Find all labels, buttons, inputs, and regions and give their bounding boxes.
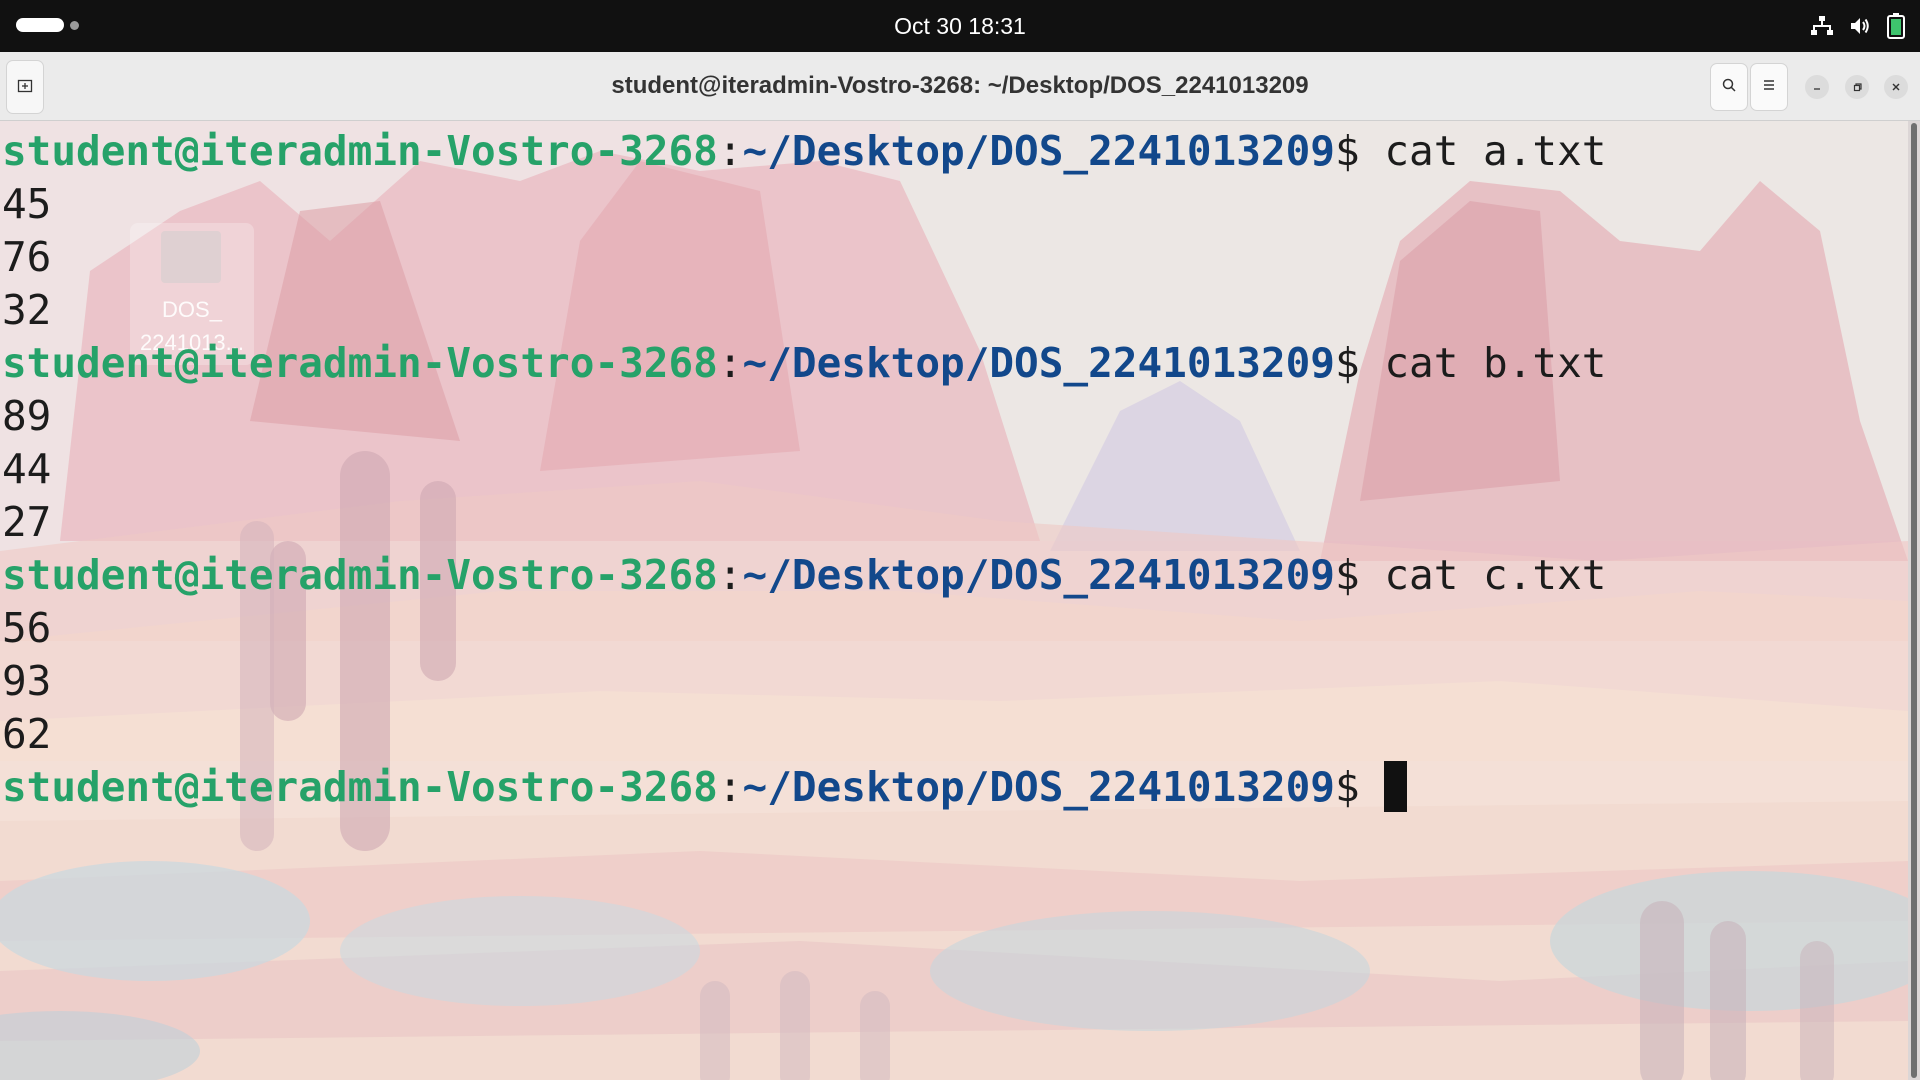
close-button[interactable]: [1884, 75, 1908, 99]
search-button[interactable]: [1710, 63, 1748, 111]
prompt-colon: :: [717, 339, 743, 387]
new-tab-icon: [17, 77, 33, 97]
prompt-line: student@iteradmin-Vostro-3268:~/Desktop/…: [2, 125, 1892, 178]
text-cursor: [1383, 761, 1407, 812]
prompt-dollar: $: [1334, 763, 1360, 811]
output-line: 89: [2, 392, 52, 440]
battery-icon[interactable]: [1886, 13, 1906, 39]
output-line: 45: [2, 180, 52, 228]
terminal-window: student@iteradmin-Vostro-3268: ~/Desktop…: [0, 52, 1920, 1080]
prompt-user: student@iteradmin-Vostro-3268: [2, 127, 718, 175]
menu-icon: [1761, 77, 1777, 97]
prompt-colon: :: [717, 551, 743, 599]
minimize-icon: [1811, 78, 1823, 97]
prompt-user: student@iteradmin-Vostro-3268: [2, 551, 718, 599]
terminal-output: student@iteradmin-Vostro-3268:~/Desktop/…: [2, 125, 1892, 814]
network-icon[interactable]: [1810, 14, 1834, 38]
prompt-path: ~/Desktop/DOS_2241013209: [742, 551, 1335, 599]
prompt-path: ~/Desktop/DOS_2241013209: [742, 763, 1335, 811]
output-line: 44: [2, 445, 52, 493]
scrollbar-thumb[interactable]: [1911, 123, 1917, 1078]
command-text: cat c.txt: [1359, 551, 1607, 599]
command-text: cat a.txt: [1359, 127, 1607, 175]
clock-text[interactable]: Oct 30 18:31: [894, 13, 1026, 39]
output-line: 62: [2, 710, 52, 758]
top-bar: Oct 30 18:31: [0, 0, 1920, 52]
output-line: 32: [2, 286, 52, 334]
prompt-user: student@iteradmin-Vostro-3268: [2, 763, 718, 811]
terminal-view[interactable]: DOS_ 2241013... student@iteradmin-Vostro…: [0, 121, 1908, 1080]
prompt-path: ~/Desktop/DOS_2241013209: [742, 127, 1335, 175]
workspace-dot[interactable]: [70, 20, 79, 30]
system-tray[interactable]: [1810, 12, 1906, 40]
window-title: student@iteradmin-Vostro-3268: ~/Desktop…: [611, 72, 1309, 99]
prompt-dollar: $: [1334, 339, 1360, 387]
terminal-scrollbar[interactable]: [1908, 121, 1920, 1080]
prompt-colon: :: [717, 763, 743, 811]
output-line: 76: [2, 233, 52, 281]
minimize-button[interactable]: [1805, 75, 1829, 99]
prompt-user: student@iteradmin-Vostro-3268: [2, 339, 718, 387]
prompt-dollar: $: [1334, 551, 1360, 599]
prompt-path: ~/Desktop/DOS_2241013209: [742, 339, 1335, 387]
workspace-pill[interactable]: [16, 18, 64, 32]
output-line: 93: [2, 657, 52, 705]
prompt-line: student@iteradmin-Vostro-3268:~/Desktop/…: [2, 337, 1892, 390]
new-tab-button[interactable]: [6, 60, 44, 114]
prompt-line: student@iteradmin-Vostro-3268:~/Desktop/…: [2, 549, 1892, 602]
header-bar: student@iteradmin-Vostro-3268: ~/Desktop…: [0, 52, 1920, 121]
clock: Oct 30 18:31: [0, 0, 1920, 52]
prompt-colon: :: [717, 127, 743, 175]
maximize-button[interactable]: [1845, 75, 1869, 99]
menu-button[interactable]: [1750, 63, 1788, 111]
activities-indicator[interactable]: [16, 18, 79, 32]
close-icon: [1890, 78, 1902, 97]
volume-icon[interactable]: [1848, 14, 1872, 38]
maximize-icon: [1851, 78, 1863, 97]
search-icon: [1721, 77, 1737, 97]
prompt-line: student@iteradmin-Vostro-3268:~/Desktop/…: [2, 761, 1892, 814]
command-text: cat b.txt: [1359, 339, 1607, 387]
output-line: 27: [2, 498, 52, 546]
output-line: 56: [2, 604, 52, 652]
prompt-dollar: $: [1334, 127, 1360, 175]
